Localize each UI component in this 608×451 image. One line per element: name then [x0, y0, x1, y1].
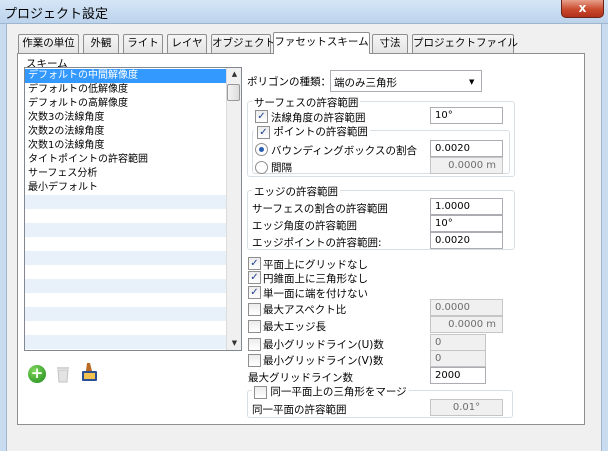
trash-icon[interactable]	[55, 363, 71, 383]
list-item[interactable]: 次数1の法線角度	[25, 139, 227, 153]
edge-angle-label: エッジ角度の許容範囲	[252, 220, 357, 232]
min-grid-v-checkbox[interactable]	[248, 354, 261, 367]
chevron-down-icon[interactable]: ▼	[469, 78, 474, 86]
edge-angle-input[interactable]: 10°	[430, 215, 503, 232]
list-filler	[25, 237, 227, 251]
max-aspect-label: 最大アスペクト比	[263, 304, 347, 316]
edge-point-input[interactable]: 0.0020	[430, 232, 503, 249]
point-tolerance-title: ✓ ポイントの許容範囲	[254, 124, 370, 139]
max-grid-label: 最大グリッドライン数	[248, 372, 353, 384]
normal-angle-checkbox[interactable]: ✓	[255, 110, 268, 123]
max-grid-input[interactable]: 2000	[430, 367, 486, 384]
list-filler	[25, 279, 227, 293]
list-scrollbar[interactable]: ▲ ▼	[226, 68, 241, 350]
list-item[interactable]: タイトポイントの許容範囲	[25, 153, 227, 167]
max-edge-checkbox[interactable]	[248, 320, 261, 333]
coplanar-tolerance-label: 同一平面の許容範囲	[252, 404, 347, 416]
merge-title: 同一平面上の三角形をマージ	[252, 384, 409, 399]
list-filler	[25, 265, 227, 279]
interval-label: 間隔	[271, 162, 292, 174]
cone-triangle-checkbox[interactable]: ✓	[248, 271, 261, 284]
add-icon[interactable]: +	[28, 365, 46, 383]
normal-angle-input[interactable]: 10°	[430, 107, 503, 124]
edge-point-label: エッジポイントの許容範囲:	[252, 237, 382, 249]
list-filler	[25, 321, 227, 335]
scroll-up-icon[interactable]: ▲	[227, 70, 242, 78]
list-filler	[25, 195, 227, 209]
bounding-box-radio[interactable]	[255, 143, 268, 156]
list-item[interactable]: 次数3の法線角度	[25, 111, 227, 125]
surface-ratio-label: サーフェスの割合の許容範囲	[252, 203, 388, 215]
tab-layers[interactable]: レイヤ	[167, 34, 207, 53]
scroll-down-icon[interactable]: ▼	[227, 339, 242, 347]
list-filler	[25, 209, 227, 223]
surface-ratio-input[interactable]: 1.0000	[430, 198, 503, 215]
bounding-box-label: バウンディングボックスの割合	[271, 145, 417, 157]
normal-angle-label: 法線角度の許容範囲	[271, 112, 366, 124]
min-grid-v-label: 最小グリッドライン(V)数	[263, 355, 384, 367]
list-filler	[25, 251, 227, 265]
tab-appearance[interactable]: 外観	[83, 34, 119, 53]
max-edge-input[interactable]: 0.0000 m	[430, 316, 503, 333]
edge-tolerance-title: エッジの許容範囲	[252, 184, 340, 199]
list-item[interactable]: デフォルトの低解像度	[25, 83, 227, 97]
list-item[interactable]: 次数2の法線角度	[25, 125, 227, 139]
list-item[interactable]: デフォルトの中間解像度	[25, 69, 227, 83]
no-grid-plane-checkbox[interactable]: ✓	[248, 257, 261, 270]
tab-dimensions[interactable]: 寸法	[372, 34, 408, 53]
tab-objects[interactable]: オブジェクト	[211, 34, 275, 53]
list-item[interactable]: サーフェス分析	[25, 167, 227, 181]
polygon-type-label: ポリゴンの種類：	[247, 76, 331, 88]
polygon-type-value: 端のみ三角形	[334, 77, 397, 89]
point-tolerance-label: ポイントの許容範囲	[273, 126, 368, 138]
min-grid-u-input[interactable]: 0	[430, 334, 486, 351]
tab-work-units[interactable]: 作業の単位	[18, 34, 79, 53]
interval-input[interactable]: 0.0000 m	[430, 157, 503, 174]
list-filler	[25, 293, 227, 307]
no-edge-single-checkbox[interactable]: ✓	[248, 286, 261, 299]
list-filler	[25, 307, 227, 321]
edit-icon[interactable]	[81, 362, 99, 382]
interval-radio[interactable]	[255, 161, 268, 174]
list-item[interactable]: 最小デフォルト	[25, 181, 227, 195]
tab-project-file[interactable]: プロジェクトファイル	[412, 34, 518, 53]
scheme-list[interactable]: デフォルトの中間解像度 デフォルトの低解像度 デフォルトの高解像度 次数3の法線…	[24, 67, 242, 351]
point-tolerance-checkbox[interactable]: ✓	[257, 125, 270, 139]
merge-checkbox[interactable]	[254, 385, 267, 399]
bounding-box-input[interactable]: 0.0020	[430, 140, 503, 157]
tab-facet-scheme[interactable]: ファセットスキーム	[273, 32, 370, 54]
min-grid-v-input[interactable]: 0	[430, 350, 486, 367]
list-item[interactable]: デフォルトの高解像度	[25, 97, 227, 111]
merge-label: 同一平面上の三角形をマージ	[270, 386, 407, 398]
max-edge-label: 最大エッジ長	[263, 321, 326, 333]
cone-triangle-label: 円錐面上に三角形なし	[263, 273, 368, 285]
surface-tolerance-title: サーフェスの許容範囲	[252, 95, 361, 110]
max-aspect-checkbox[interactable]	[248, 303, 261, 316]
no-edge-single-label: 単一面に端を付けない	[263, 288, 368, 300]
tab-lights[interactable]: ライト	[123, 34, 163, 53]
min-grid-u-checkbox[interactable]	[248, 338, 261, 351]
window-title: プロジェクト設定	[4, 7, 109, 22]
list-filler	[25, 223, 227, 237]
list-filler	[25, 335, 227, 349]
max-aspect-input[interactable]: 0.0000	[430, 299, 503, 316]
scroll-thumb[interactable]	[227, 84, 240, 101]
coplanar-tolerance-input[interactable]: 0.01°	[430, 399, 503, 416]
no-grid-plane-label: 平面上にグリッドなし	[263, 259, 368, 271]
min-grid-u-label: 最小グリッドライン(U)数	[263, 339, 384, 351]
close-button[interactable]: x	[561, 0, 604, 18]
